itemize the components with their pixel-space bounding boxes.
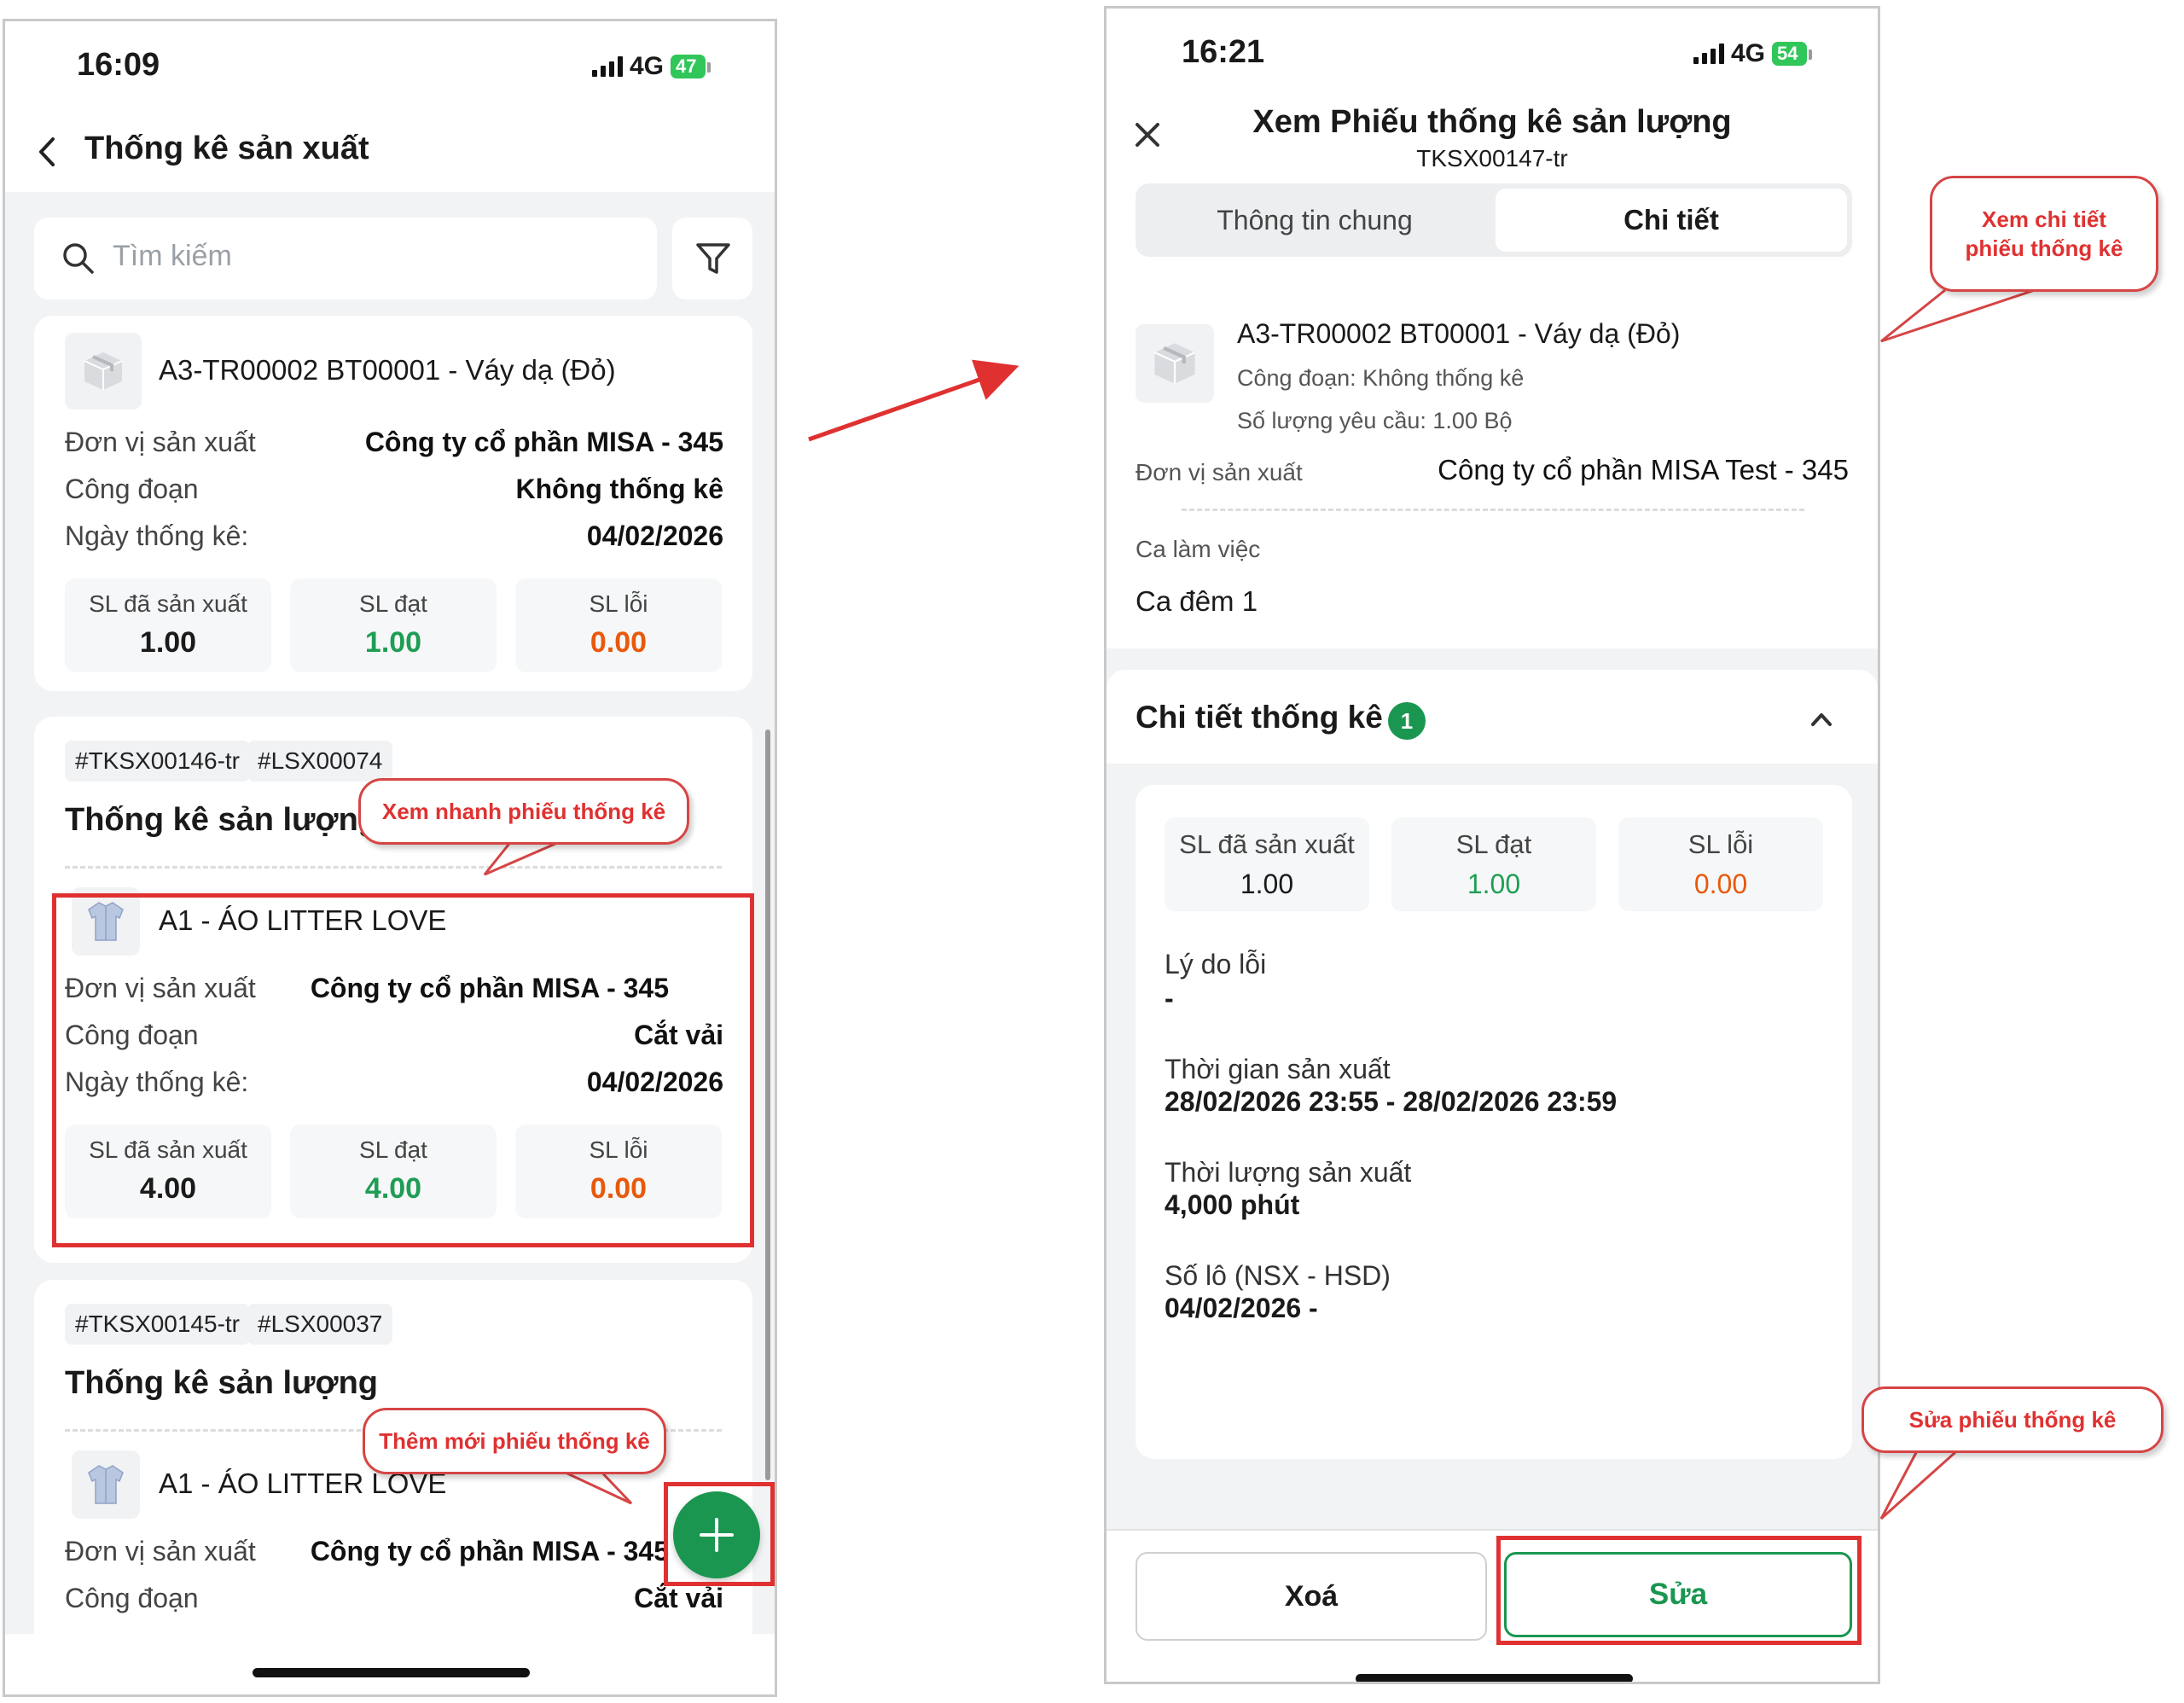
callout-pointer bbox=[1879, 1444, 1964, 1520]
callout-pointer bbox=[1880, 288, 2036, 343]
transition-arrow bbox=[808, 359, 1019, 442]
callout-view-detail: Xem chi tiết phiếu thống kê bbox=[1930, 176, 2158, 292]
annotation-arrows bbox=[483, 288, 2036, 1520]
callout-pointer bbox=[483, 839, 564, 876]
callout-edit: Sửa phiếu thống kê bbox=[1862, 1386, 2164, 1453]
callout-add-new: Thêm mới phiếu thống kê bbox=[363, 1408, 666, 1474]
callout-quick-view: Xem nhanh phiếu thống kê bbox=[358, 778, 689, 845]
